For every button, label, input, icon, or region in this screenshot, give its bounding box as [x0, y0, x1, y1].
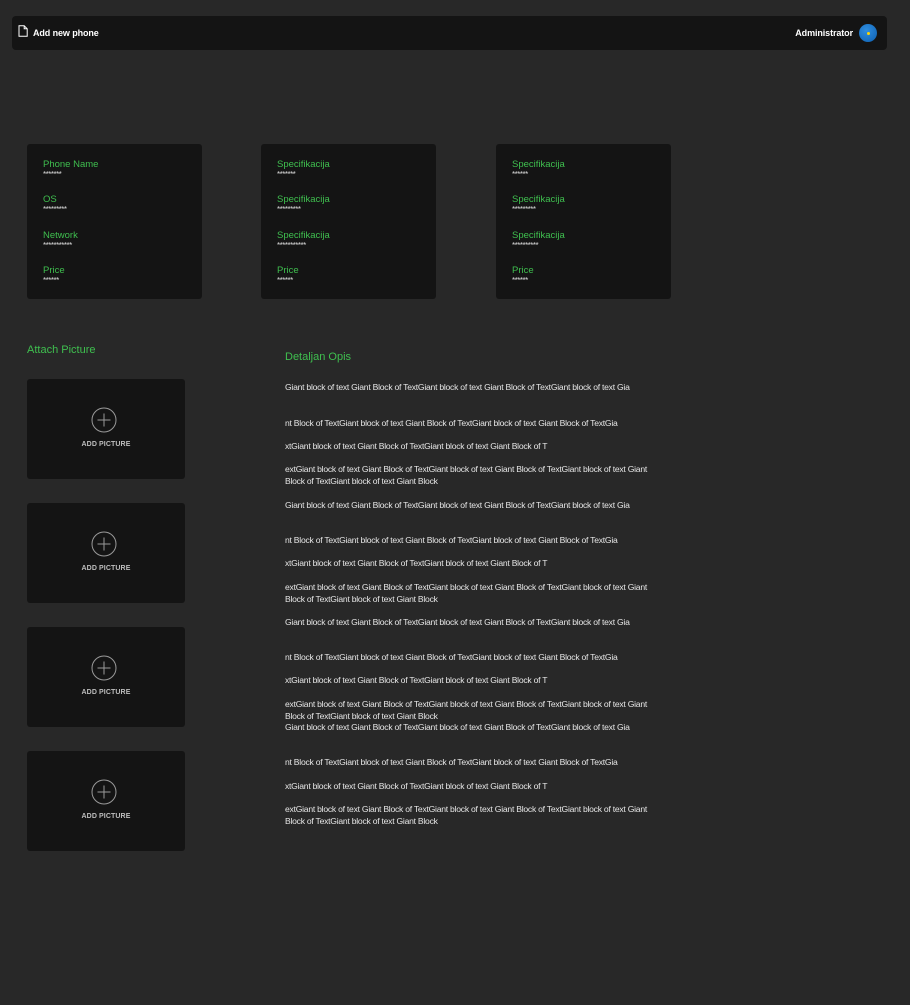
field-label: Specifikacija	[512, 159, 565, 170]
field-value: ******	[277, 276, 293, 285]
description-paragraph: xtGiant block of text Giant Block of Tex…	[285, 675, 548, 685]
add-picture-label: ADD PICTURE	[81, 565, 131, 572]
description-paragraph: extGiant block of text Giant Block of Te…	[285, 804, 647, 826]
description-paragraph: xtGiant block of text Giant Block of Tex…	[285, 441, 548, 451]
field-label: OS	[43, 194, 57, 205]
field-label: Specifikacija	[277, 194, 330, 205]
add-picture-button[interactable]: ADD PICTURE	[27, 379, 185, 479]
field-value: ******	[512, 276, 528, 285]
description-paragraph: extGiant block of text Giant Block of Te…	[285, 699, 647, 721]
add-picture-label: ADD PICTURE	[81, 689, 131, 696]
document-icon	[18, 24, 28, 42]
description-paragraph: nt Block of TextGiant block of text Gian…	[285, 418, 618, 428]
add-picture-label: ADD PICTURE	[81, 813, 131, 820]
field-value: ***********	[43, 241, 72, 250]
description-paragraph: xtGiant block of text Giant Block of Tex…	[285, 781, 548, 791]
description-paragraph: Giant block of text Giant Block of TextG…	[285, 500, 630, 510]
add-picture-button[interactable]: ADD PICTURE	[27, 503, 185, 603]
field-price[interactable]: Price ******	[43, 265, 65, 285]
field-value: ******	[43, 276, 59, 285]
field-label: Price	[43, 265, 65, 276]
field-specifikacija[interactable]: Specifikacija ******	[512, 159, 565, 179]
field-value: *******	[43, 170, 62, 179]
field-specifikacija[interactable]: Specifikacija *******	[277, 159, 330, 179]
user-name: Administrator	[795, 28, 853, 38]
plus-circle-icon	[91, 779, 117, 805]
field-value: ***********	[277, 241, 306, 250]
phone-info-card: Phone Name ******* OS ********* Network …	[27, 144, 202, 299]
field-label: Price	[512, 265, 534, 276]
field-value: *********	[512, 205, 536, 214]
plus-circle-icon	[91, 531, 117, 557]
field-specifikacija[interactable]: Specifikacija ***********	[277, 230, 330, 250]
field-label: Phone Name	[43, 159, 99, 170]
field-value: **********	[512, 241, 539, 250]
description-paragraph: nt Block of TextGiant block of text Gian…	[285, 757, 618, 767]
spec-card: Specifikacija ****** Specifikacija *****…	[496, 144, 671, 299]
top-navbar: Add new phone Administrator	[12, 16, 887, 50]
add-picture-button[interactable]: ADD PICTURE	[27, 751, 185, 851]
add-new-phone-link[interactable]: Add new phone	[18, 16, 99, 50]
field-label: Specifikacija	[512, 230, 565, 241]
field-label: Specifikacija	[512, 194, 565, 205]
add-picture-label: ADD PICTURE	[81, 441, 131, 448]
description-paragraph: Giant block of text Giant Block of TextG…	[285, 617, 630, 627]
field-label: Specifikacija	[277, 230, 330, 241]
description-paragraph: nt Block of TextGiant block of text Gian…	[285, 652, 618, 662]
field-value: ******	[512, 170, 528, 179]
field-price[interactable]: Price ******	[277, 265, 299, 285]
description-paragraph: extGiant block of text Giant Block of Te…	[285, 582, 647, 604]
add-new-phone-label: Add new phone	[33, 28, 99, 38]
field-specifikacija[interactable]: Specifikacija *********	[512, 194, 565, 214]
description-paragraph: Giant block of text Giant Block of TextG…	[285, 722, 630, 732]
field-specifikacija[interactable]: Specifikacija **********	[512, 230, 565, 250]
spec-card: Specifikacija ******* Specifikacija ****…	[261, 144, 436, 299]
field-specifikacija[interactable]: Specifikacija *********	[277, 194, 330, 214]
plus-circle-icon	[91, 655, 117, 681]
user-menu[interactable]: Administrator	[795, 16, 877, 50]
field-network[interactable]: Network ***********	[43, 230, 78, 250]
plus-circle-icon	[91, 407, 117, 433]
field-label: Price	[277, 265, 299, 276]
field-label: Network	[43, 230, 78, 241]
add-picture-button[interactable]: ADD PICTURE	[27, 627, 185, 727]
description-paragraph: extGiant block of text Giant Block of Te…	[285, 464, 647, 486]
field-label: Specifikacija	[277, 159, 330, 170]
description-paragraph: Giant block of text Giant Block of TextG…	[285, 382, 630, 392]
description-title: Detaljan Opis	[285, 351, 352, 363]
field-value: *******	[277, 170, 296, 179]
field-price[interactable]: Price ******	[512, 265, 534, 285]
field-value: *********	[43, 205, 67, 214]
avatar[interactable]	[859, 24, 877, 42]
field-phone-name[interactable]: Phone Name *******	[43, 159, 98, 179]
field-value: *********	[277, 205, 301, 214]
field-os[interactable]: OS *********	[43, 194, 67, 214]
description-paragraph: nt Block of TextGiant block of text Gian…	[285, 535, 618, 545]
attach-picture-title: Attach Picture	[27, 344, 96, 356]
description-paragraph: xtGiant block of text Giant Block of Tex…	[285, 558, 548, 568]
